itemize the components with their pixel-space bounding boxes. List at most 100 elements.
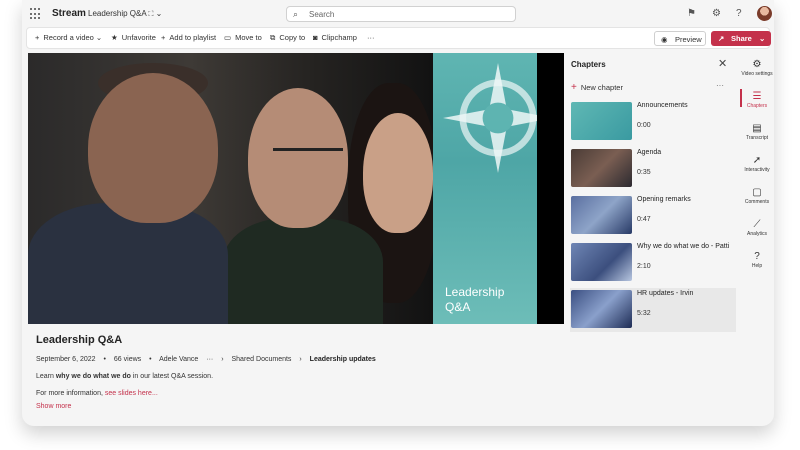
chapter-thumbnail xyxy=(571,243,632,281)
chapter-item[interactable]: Opening remarks 0:47 xyxy=(570,194,736,238)
analytics-button[interactable]: ⟋ Analytics xyxy=(740,219,774,237)
chapter-name: HR updates - Irvin xyxy=(637,290,694,297)
chapter-name: Opening remarks xyxy=(637,196,691,203)
chapter-name: Announcements xyxy=(637,102,688,109)
path-current-folder[interactable]: Leadership updates xyxy=(310,356,376,363)
chapter-name: Agenda xyxy=(637,149,662,156)
transcript-icon: ▤ xyxy=(752,123,762,134)
upload-date: September 6, 2022 xyxy=(36,356,96,363)
search-icon: ⌕ xyxy=(293,9,299,19)
person-shape xyxy=(248,88,348,228)
app-launcher-icon[interactable] xyxy=(30,8,42,20)
copy-icon: ⧉ xyxy=(270,33,276,42)
eye-icon: ◉ xyxy=(661,35,668,44)
chapter-time: 2:10 xyxy=(637,263,651,270)
cursor-icon: ➚ xyxy=(752,155,762,166)
preview-button[interactable]: ◉ Preview xyxy=(654,31,706,46)
more-options-button[interactable]: ··· xyxy=(367,33,375,42)
chapters-panel: Chapters ✕ + New chapter ··· Announcement… xyxy=(568,53,738,426)
breadcrumb[interactable]: Leadership Q&A ⛶ ⌄ xyxy=(88,9,162,19)
help-button[interactable]: ? Help xyxy=(740,251,774,269)
search-placeholder: Search xyxy=(309,10,335,19)
show-more-link[interactable]: Show more xyxy=(36,403,71,410)
rail-label: Chapters xyxy=(746,103,768,109)
plus-icon: + xyxy=(161,33,166,42)
side-rail: ⚙ Video settings ☰ Chapters ▤ Transcript… xyxy=(740,53,774,426)
chapter-item[interactable]: Agenda 0:35 xyxy=(570,147,736,191)
rail-label: Video settings xyxy=(741,71,773,77)
path-folder-link[interactable]: Shared Documents xyxy=(232,356,292,363)
plus-icon: + xyxy=(35,33,40,42)
unfavorite-label: Unfavorite xyxy=(121,33,156,42)
new-chapter-label: New chapter xyxy=(580,83,623,92)
star-icon: ★ xyxy=(111,33,118,42)
rail-label: Interactivity xyxy=(744,167,770,173)
rail-label: Help xyxy=(751,263,763,269)
app-name[interactable]: Stream xyxy=(52,8,86,19)
slide-title-line: Leadership xyxy=(445,285,505,299)
author-link[interactable]: Adele Vance xyxy=(159,356,198,363)
chapter-name: Why we do what we do - Patti xyxy=(637,243,730,250)
search-input[interactable]: ⌕ Search xyxy=(286,6,516,22)
chevron-down-icon: ⌄ xyxy=(93,33,103,42)
command-bar: + Record a video ⌄ ★ Unfavorite + Add to pl… xyxy=(26,27,771,49)
chapter-time: 5:32 xyxy=(637,310,651,317)
clipchamp-label: Clipchamp xyxy=(321,33,357,42)
dot-separator: • xyxy=(149,356,152,363)
slide-title-line: Q&A xyxy=(445,300,471,314)
avatar[interactable] xyxy=(757,6,772,21)
chapter-time: 0:00 xyxy=(637,122,651,129)
chapter-time: 0:47 xyxy=(637,216,651,223)
record-video-button[interactable]: + Record a video ⌄ xyxy=(35,33,102,42)
video-player[interactable]: Leadership Q&A xyxy=(28,53,564,324)
chapter-item[interactable]: Announcements 0:00 xyxy=(570,100,736,144)
help-icon: ? xyxy=(754,251,760,262)
close-icon[interactable]: ✕ xyxy=(718,57,727,70)
person-shape xyxy=(28,203,228,324)
move-to-button[interactable]: ▭ Move to xyxy=(224,33,262,42)
breadcrumb-label: Leadership Q&A xyxy=(88,9,147,18)
chapter-time: 0:35 xyxy=(637,169,651,176)
slide-title: Leadership Q&A xyxy=(445,285,504,315)
video-frame xyxy=(28,53,438,324)
presentation-slide: Leadership Q&A xyxy=(433,53,537,324)
unfavorite-button[interactable]: ★ Unfavorite xyxy=(111,33,156,42)
help-icon[interactable]: ? xyxy=(736,8,742,19)
feedback-icon[interactable]: ⚑ xyxy=(687,8,696,19)
chapters-more-button[interactable]: ··· xyxy=(716,81,724,90)
more-info-line: For more information, see slides here... xyxy=(36,390,158,397)
chevron-down-icon: ⌄ xyxy=(759,34,766,43)
share-button[interactable]: ↗ Share ⌄ xyxy=(711,31,771,46)
top-bar: Stream Leadership Q&A ⛶ ⌄ ⌕ Search ⚑ ⚙ ? xyxy=(22,0,774,28)
chapter-thumbnail xyxy=(571,102,632,140)
comments-button[interactable]: ▢ Comments xyxy=(740,187,774,205)
add-to-playlist-button[interactable]: + Add to playlist xyxy=(161,33,216,42)
share-icon: ↗ xyxy=(718,34,725,43)
person-shape xyxy=(88,73,218,223)
transcript-button[interactable]: ▤ Transcript xyxy=(740,123,774,141)
path-more-button[interactable]: ··· xyxy=(206,356,213,363)
chapter-item-selected[interactable]: HR updates - Irvin 5:32 xyxy=(570,288,736,332)
clipchamp-icon: ◙ xyxy=(313,33,318,42)
chapters-button[interactable]: ☰ Chapters xyxy=(740,91,774,109)
chevron-down-icon: ⌄ xyxy=(155,9,163,18)
clipchamp-button[interactable]: ◙ Clipchamp xyxy=(313,33,357,42)
chapter-thumbnail xyxy=(571,196,632,234)
analytics-icon: ⟋ xyxy=(753,219,761,230)
sensitivity-icon: ⛶ xyxy=(148,11,154,18)
more-info-text: For more information, xyxy=(36,390,105,397)
gear-icon[interactable]: ⚙ xyxy=(712,8,721,19)
video-settings-button[interactable]: ⚙ Video settings xyxy=(740,59,774,77)
chevron-right-icon: › xyxy=(299,356,302,363)
chapter-thumbnail xyxy=(571,149,632,187)
copy-to-button[interactable]: ⧉ Copy to xyxy=(270,33,305,43)
letterbox xyxy=(537,53,564,324)
slides-link[interactable]: see slides here... xyxy=(105,390,158,397)
chapter-item[interactable]: Why we do what we do - Patti 2:10 xyxy=(570,241,736,285)
interactivity-button[interactable]: ➚ Interactivity xyxy=(740,155,774,173)
view-count: 66 views xyxy=(113,356,142,363)
list-icon: ☰ xyxy=(752,91,762,102)
record-video-label: Record a video xyxy=(43,33,94,42)
new-chapter-button[interactable]: + New chapter xyxy=(571,82,623,93)
preview-label: Preview xyxy=(675,35,702,44)
